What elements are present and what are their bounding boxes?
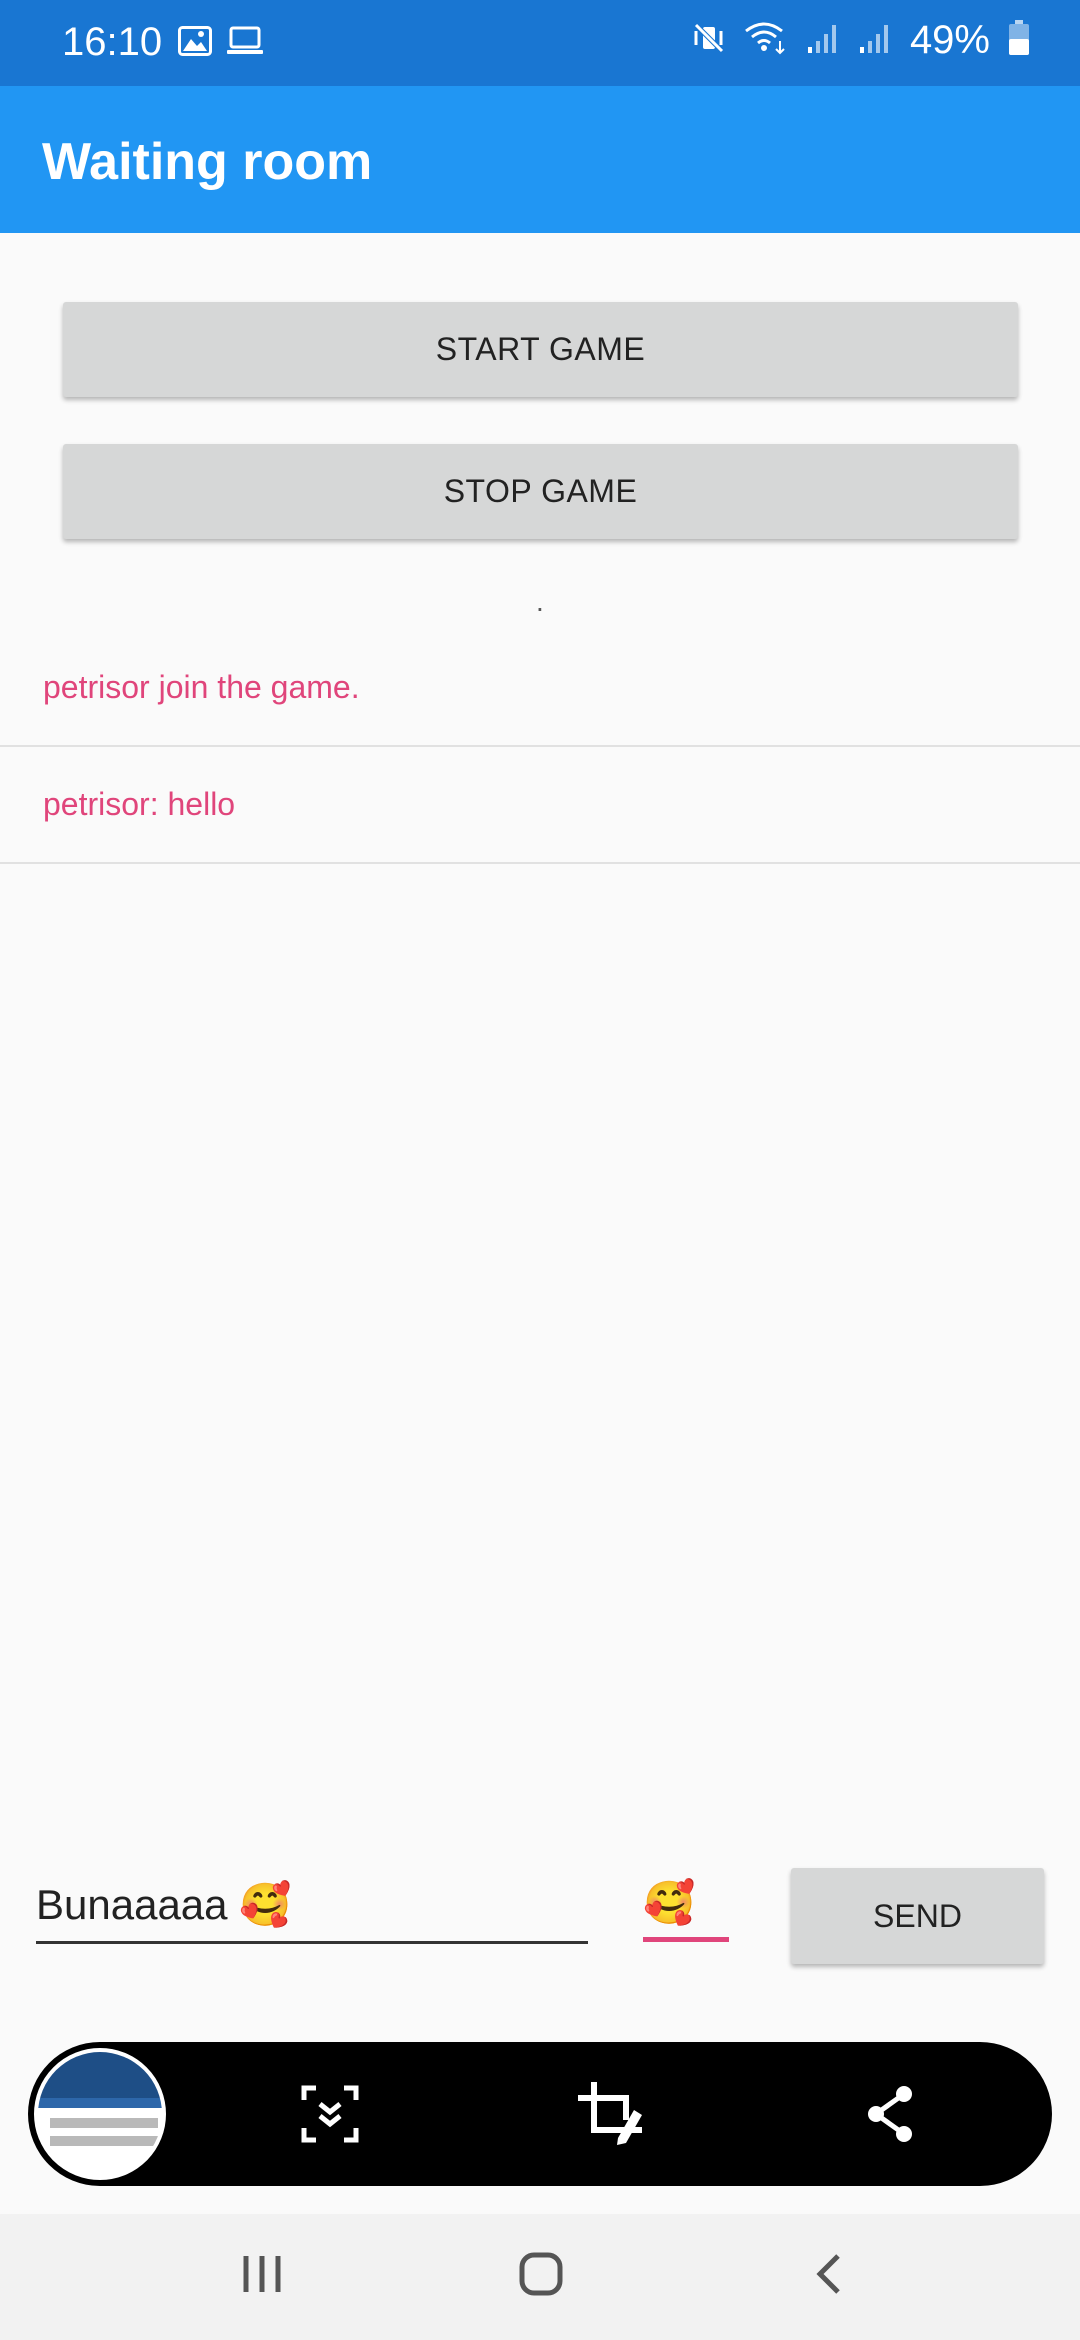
share-icon[interactable] [856,2080,924,2148]
thumbnail-header [38,2052,162,2098]
battery-percent: 49% [909,18,990,62]
home-icon[interactable] [517,2250,565,2303]
status-icons: 49% [692,18,1030,63]
crop-edit-icon[interactable] [576,2080,644,2148]
status-text: . [536,586,544,617]
laptop-icon [226,26,264,61]
wifi-icon [744,21,788,60]
message-list[interactable]: petrisor join the game. petrisor: hello [0,630,1080,864]
back-icon[interactable] [806,2250,854,2303]
mute-vibrate-icon [692,21,726,60]
battery-icon [1008,20,1030,61]
stop-game-button[interactable]: STOP GAME [63,444,1018,539]
thumbnail-button [50,2136,158,2146]
emoji-input[interactable]: 🥰 [643,1870,729,1942]
screen: 16:10 49% Waiting room START GAME STOP G… [0,0,1080,2340]
page-title: Waiting room [42,133,373,191]
message-item: petrisor: hello [0,747,1080,864]
scroll-capture-icon[interactable] [296,2080,364,2148]
message-input[interactable]: Bunaaaaa 🥰 [36,1870,588,1944]
app-bar: Waiting room [0,86,1080,233]
screenshot-toolbar [28,2042,1052,2186]
send-button[interactable]: SEND [791,1868,1044,1964]
gallery-icon [178,26,212,61]
status-time: 16:10 [62,20,163,64]
start-game-button[interactable]: START GAME [63,302,1018,397]
message-item: petrisor join the game. [0,630,1080,747]
thumbnail-bar [38,2098,162,2108]
signal-icon [858,21,892,60]
status-bar: 16:10 49% [0,0,1080,86]
thumbnail-button [50,2118,158,2128]
navigation-bar [0,2214,1080,2340]
signal-icon [806,21,840,60]
recents-icon[interactable] [238,2250,286,2303]
screenshot-thumbnail[interactable] [34,2048,166,2180]
